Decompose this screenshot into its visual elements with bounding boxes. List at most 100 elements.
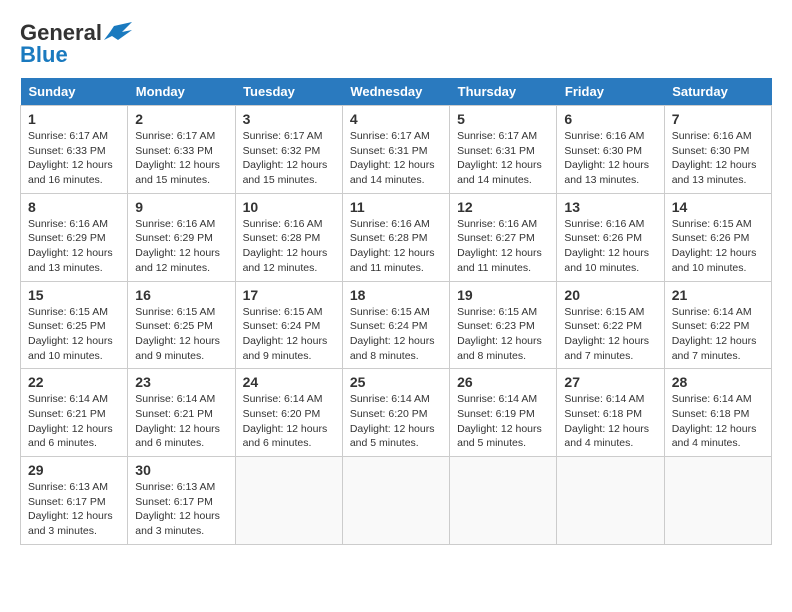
cell-info: Sunrise: 6:17 AMSunset: 6:31 PMDaylight:… [350,130,435,186]
cell-info: Sunrise: 6:14 AMSunset: 6:20 PMDaylight:… [350,393,435,449]
day-number: 1 [28,111,120,127]
table-row [235,457,342,545]
table-row: 20 Sunrise: 6:15 AMSunset: 6:22 PMDayligh… [557,281,664,369]
cell-info: Sunrise: 6:14 AMSunset: 6:21 PMDaylight:… [135,393,220,449]
table-row: 4 Sunrise: 6:17 AMSunset: 6:31 PMDaylight… [342,106,449,194]
table-row: 27 Sunrise: 6:14 AMSunset: 6:18 PMDayligh… [557,369,664,457]
day-number: 4 [350,111,442,127]
day-number: 29 [28,462,120,478]
day-number: 22 [28,374,120,390]
table-row: 25Sunrise: 6:14 AMSunset: 6:20 PMDayligh… [342,369,449,457]
cell-info: Sunrise: 6:16 AMSunset: 6:26 PMDaylight:… [564,218,649,274]
cell-info: Sunrise: 6:15 AMSunset: 6:24 PMDaylight:… [350,306,435,362]
logo-blue: Blue [20,42,68,68]
day-number: 18 [350,287,442,303]
table-row: 1 Sunrise: 6:17 AMSunset: 6:33 PMDaylight… [21,106,128,194]
header-thursday: Thursday [450,78,557,106]
cell-info: Sunrise: 6:14 AMSunset: 6:21 PMDaylight:… [28,393,113,449]
day-number: 30 [135,462,227,478]
table-row: 7 Sunrise: 6:16 AMSunset: 6:30 PMDaylight… [664,106,771,194]
day-number: 2 [135,111,227,127]
table-row: 30Sunrise: 6:13 AMSunset: 6:17 PMDayligh… [128,457,235,545]
calendar-week-row: 15 Sunrise: 6:15 AMSunset: 6:25 PMDayligh… [21,281,772,369]
cell-info: Sunrise: 6:17 AMSunset: 6:31 PMDaylight:… [457,130,542,186]
day-number: 16 [135,287,227,303]
table-row: 18 Sunrise: 6:15 AMSunset: 6:24 PMDayligh… [342,281,449,369]
calendar-week-row: 8 Sunrise: 6:16 AMSunset: 6:29 PMDaylight… [21,193,772,281]
day-number: 19 [457,287,549,303]
cell-info: Sunrise: 6:16 AMSunset: 6:27 PMDaylight:… [457,218,542,274]
day-number: 20 [564,287,656,303]
table-row: 16 Sunrise: 6:15 AMSunset: 6:25 PMDayligh… [128,281,235,369]
day-number: 21 [672,287,764,303]
cell-info: Sunrise: 6:16 AMSunset: 6:30 PMDaylight:… [672,130,757,186]
table-row: 24 Sunrise: 6:14 AMSunset: 6:20 PMDayligh… [235,369,342,457]
cell-info: Sunrise: 6:15 AMSunset: 6:25 PMDaylight:… [28,306,113,362]
header-friday: Friday [557,78,664,106]
header-sunday: Sunday [21,78,128,106]
day-number: 3 [243,111,335,127]
calendar-table: Sunday Monday Tuesday Wednesday Thursday… [20,78,772,545]
table-row: 15 Sunrise: 6:15 AMSunset: 6:25 PMDayligh… [21,281,128,369]
table-row [664,457,771,545]
table-row: 11 Sunrise: 6:16 AMSunset: 6:28 PMDayligh… [342,193,449,281]
day-number: 12 [457,199,549,215]
cell-info: Sunrise: 6:13 AMSunset: 6:17 PMDaylight:… [28,481,113,537]
day-number: 8 [28,199,120,215]
day-number: 6 [564,111,656,127]
cell-info: Sunrise: 6:15 AMSunset: 6:26 PMDaylight:… [672,218,757,274]
cell-info: Sunrise: 6:16 AMSunset: 6:30 PMDaylight:… [564,130,649,186]
cell-info: Sunrise: 6:15 AMSunset: 6:24 PMDaylight:… [243,306,328,362]
table-row: 8 Sunrise: 6:16 AMSunset: 6:29 PMDaylight… [21,193,128,281]
day-number: 13 [564,199,656,215]
day-number: 17 [243,287,335,303]
cell-info: Sunrise: 6:14 AMSunset: 6:18 PMDaylight:… [564,393,649,449]
table-row: 6 Sunrise: 6:16 AMSunset: 6:30 PMDaylight… [557,106,664,194]
table-row: 9 Sunrise: 6:16 AMSunset: 6:29 PMDaylight… [128,193,235,281]
day-number: 14 [672,199,764,215]
header-tuesday: Tuesday [235,78,342,106]
table-row: 28Sunrise: 6:14 AMSunset: 6:18 PMDayligh… [664,369,771,457]
table-row: 22 Sunrise: 6:14 AMSunset: 6:21 PMDayligh… [21,369,128,457]
calendar-week-row: 22 Sunrise: 6:14 AMSunset: 6:21 PMDayligh… [21,369,772,457]
table-row [450,457,557,545]
cell-info: Sunrise: 6:14 AMSunset: 6:19 PMDaylight:… [457,393,542,449]
table-row: 17 Sunrise: 6:15 AMSunset: 6:24 PMDayligh… [235,281,342,369]
table-row: 23Sunrise: 6:14 AMSunset: 6:21 PMDayligh… [128,369,235,457]
calendar-week-row: 1 Sunrise: 6:17 AMSunset: 6:33 PMDaylight… [21,106,772,194]
table-row: 12 Sunrise: 6:16 AMSunset: 6:27 PMDayligh… [450,193,557,281]
day-number: 9 [135,199,227,215]
cell-info: Sunrise: 6:16 AMSunset: 6:28 PMDaylight:… [350,218,435,274]
table-row: 2Sunrise: 6:17 AMSunset: 6:33 PMDaylight… [128,106,235,194]
cell-info: Sunrise: 6:15 AMSunset: 6:23 PMDaylight:… [457,306,542,362]
cell-info: Sunrise: 6:15 AMSunset: 6:22 PMDaylight:… [564,306,649,362]
cell-info: Sunrise: 6:16 AMSunset: 6:28 PMDaylight:… [243,218,328,274]
table-row: 29 Sunrise: 6:13 AMSunset: 6:17 PMDayligh… [21,457,128,545]
logo-bird-icon [104,22,132,44]
day-number: 10 [243,199,335,215]
table-row: 26Sunrise: 6:14 AMSunset: 6:19 PMDayligh… [450,369,557,457]
day-number: 11 [350,199,442,215]
cell-info: Sunrise: 6:17 AMSunset: 6:32 PMDaylight:… [243,130,328,186]
table-row: 21 Sunrise: 6:14 AMSunset: 6:22 PMDayligh… [664,281,771,369]
day-number: 5 [457,111,549,127]
day-number: 15 [28,287,120,303]
table-row: 10 Sunrise: 6:16 AMSunset: 6:28 PMDayligh… [235,193,342,281]
day-number: 7 [672,111,764,127]
header-monday: Monday [128,78,235,106]
cell-info: Sunrise: 6:15 AMSunset: 6:25 PMDaylight:… [135,306,220,362]
table-row: 5 Sunrise: 6:17 AMSunset: 6:31 PMDaylight… [450,106,557,194]
cell-info: Sunrise: 6:14 AMSunset: 6:18 PMDaylight:… [672,393,757,449]
cell-info: Sunrise: 6:16 AMSunset: 6:29 PMDaylight:… [135,218,220,274]
cell-info: Sunrise: 6:14 AMSunset: 6:22 PMDaylight:… [672,306,757,362]
cell-info: Sunrise: 6:14 AMSunset: 6:20 PMDaylight:… [243,393,328,449]
header-saturday: Saturday [664,78,771,106]
day-number: 24 [243,374,335,390]
cell-info: Sunrise: 6:16 AMSunset: 6:29 PMDaylight:… [28,218,113,274]
page-header: General Blue [20,20,772,68]
cell-info: Sunrise: 6:17 AMSunset: 6:33 PMDaylight:… [28,130,113,186]
days-header-row: Sunday Monday Tuesday Wednesday Thursday… [21,78,772,106]
logo: General Blue [20,20,132,68]
table-row: 14 Sunrise: 6:15 AMSunset: 6:26 PMDayligh… [664,193,771,281]
day-number: 27 [564,374,656,390]
